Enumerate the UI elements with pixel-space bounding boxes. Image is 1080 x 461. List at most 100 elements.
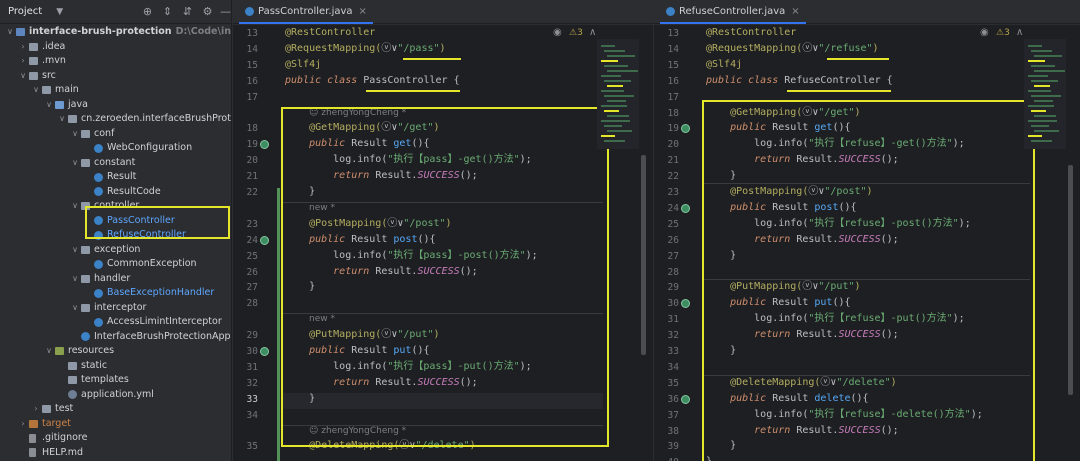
chevron-right-icon[interactable]: › <box>19 40 27 55</box>
tree-item[interactable]: .gitignore <box>0 431 231 446</box>
left-editor[interactable]: 13 @RestController 14 @RequestMapping(ⓥ∨"/p… <box>233 25 653 461</box>
tree-item[interactable]: templates <box>0 373 231 388</box>
code-line[interactable]: @Slf4j <box>706 59 742 71</box>
minimap-line <box>1034 85 1050 87</box>
tree-item[interactable]: HELP.md <box>0 446 231 461</box>
chevron-right-icon[interactable]: › <box>19 54 27 69</box>
request-mapping-gutter-icon[interactable] <box>260 347 269 356</box>
tree-item[interactable]: ∨ main <box>0 83 231 98</box>
tree-item[interactable]: › .idea <box>0 40 231 55</box>
chevron-down-icon[interactable]: ∨ <box>71 272 79 287</box>
tree-item[interactable]: ∨ java <box>0 98 231 113</box>
minimap-line <box>1031 95 1061 97</box>
tree-item[interactable]: static <box>0 359 231 374</box>
tree-item-label: templates <box>81 374 129 385</box>
close-icon[interactable]: × <box>791 6 799 17</box>
warnings-indicator[interactable]: ⚠3 <box>996 28 1010 38</box>
code-line[interactable]: @RestController <box>285 27 375 39</box>
tab-pass-controller[interactable]: PassController.java × <box>239 0 373 24</box>
chevron-down-icon[interactable]: ∨ <box>45 344 53 359</box>
minimap-line <box>1028 105 1054 107</box>
request-mapping-gutter-icon[interactable] <box>260 235 269 245</box>
tree-item[interactable]: application.yml <box>0 388 231 403</box>
tree-item[interactable]: › target <box>0 417 231 432</box>
right-editor[interactable]: 13 @RestController 14 @RequestMapping(ⓥ∨"/r… <box>654 25 1080 461</box>
chevron-down-icon[interactable]: ∨ <box>71 127 79 142</box>
chevron-down-icon[interactable]: ∨ <box>32 83 40 98</box>
chevron-up-icon[interactable]: ∧ <box>1016 27 1023 38</box>
chevron-down-icon[interactable]: ∨ <box>71 156 79 171</box>
line-number: 28 <box>246 298 258 310</box>
yaml-icon <box>68 390 77 399</box>
tree-item[interactable]: InterfaceBrushProtectionApplica <box>0 330 231 345</box>
tree-item[interactable]: AccessLimintInterceptor <box>0 315 231 330</box>
tree-item[interactable]: ∨ interface-brush-protectionD:\Code\inter… <box>0 25 231 40</box>
code-line[interactable]: @RestController <box>706 27 796 39</box>
minimap-line <box>1028 90 1051 92</box>
line-number: 36 <box>667 393 679 405</box>
chevron-down-icon[interactable]: ∨ <box>6 25 14 40</box>
tree-item[interactable]: WebConfiguration <box>0 141 231 156</box>
minimap[interactable] <box>1024 39 1066 149</box>
minimize-icon[interactable]: — <box>219 5 231 18</box>
warnings-indicator[interactable]: ⚠3 <box>569 28 583 38</box>
gear-icon[interactable]: ⚙ <box>201 5 214 18</box>
line-number: 37 <box>667 409 679 421</box>
tree-item-label: target <box>42 417 71 429</box>
tree-item[interactable]: ∨ constant <box>0 156 231 171</box>
chevron-down-icon[interactable]: ∨ <box>45 98 53 113</box>
vertical-scrollbar[interactable] <box>1068 165 1073 395</box>
line-number: 28 <box>667 266 679 278</box>
tree-item[interactable]: ResultCode <box>0 185 231 200</box>
tree-item[interactable]: ∨ conf <box>0 127 231 142</box>
tree-item[interactable]: BaseExceptionHandler <box>0 286 231 301</box>
chevron-right-icon[interactable]: › <box>32 402 40 417</box>
reader-mode-icon[interactable]: ◉ <box>553 27 562 38</box>
code-line[interactable]: @RequestMapping(ⓥ∨"/refuse") <box>706 43 879 55</box>
tree-item-label: static <box>81 359 108 371</box>
line-number: 26 <box>246 266 258 278</box>
tree-item[interactable]: Result <box>0 170 231 185</box>
tree-item-label: java <box>68 98 88 110</box>
code-line[interactable]: @Slf4j <box>285 59 321 71</box>
collapse-all-icon[interactable]: ⇵ <box>181 5 194 18</box>
warning-icon: ⚠ <box>996 28 1005 38</box>
chevron-down-icon[interactable]: ∨ <box>71 301 79 316</box>
folder-icon <box>68 376 77 384</box>
tree-item[interactable]: › test <box>0 402 231 417</box>
chevron-down-icon[interactable]: ∨ <box>71 243 79 258</box>
tree-item[interactable]: › .mvn <box>0 54 231 69</box>
code-line[interactable]: @RequestMapping(ⓥ∨"/pass") <box>285 43 446 55</box>
chevron-down-icon[interactable]: ▼ <box>56 7 63 17</box>
folder-icon <box>42 86 51 94</box>
vcs-added-marker[interactable] <box>277 188 280 461</box>
line-number: 35 <box>246 441 258 453</box>
code-line[interactable]: public class RefuseController { <box>706 75 893 87</box>
code-token: @RequestMapping( <box>285 42 382 54</box>
tree-item[interactable]: CommonException <box>0 257 231 272</box>
line-number: 24 <box>246 234 258 246</box>
tree-item[interactable]: ∨ exception <box>0 243 231 258</box>
code-line[interactable]: public class PassController { <box>285 75 460 87</box>
chevron-up-icon[interactable]: ∧ <box>589 27 596 38</box>
reader-mode-icon[interactable]: ◉ <box>980 27 989 38</box>
chevron-down-icon[interactable]: ∨ <box>71 199 79 214</box>
tree-item[interactable]: ∨ handler <box>0 272 231 287</box>
chevron-right-icon[interactable]: › <box>19 417 27 432</box>
code-token: @Slf4j <box>285 58 322 70</box>
tree-item[interactable]: ∨ interceptor <box>0 301 231 316</box>
chevron-down-icon[interactable]: ∨ <box>19 69 27 84</box>
vertical-scrollbar[interactable] <box>641 155 646 355</box>
expand-all-icon[interactable]: ⇕ <box>161 5 174 18</box>
request-mapping-gutter-icon[interactable] <box>681 203 690 213</box>
target-icon[interactable]: ⊕ <box>141 5 154 18</box>
minimap[interactable] <box>597 39 639 149</box>
tab-refuse-controller[interactable]: RefuseController.java × <box>660 0 806 24</box>
tree-item[interactable]: ∨ cn.zeroeden.interfaceBrushProtect <box>0 112 231 127</box>
tree-item[interactable]: ∨ resources <box>0 344 231 359</box>
chevron-down-icon[interactable]: ∨ <box>58 112 66 127</box>
request-mapping-gutter-icon[interactable] <box>681 394 690 404</box>
tree-item[interactable]: ∨ src <box>0 69 231 84</box>
project-title[interactable]: Project <box>8 6 42 17</box>
close-icon[interactable]: × <box>359 6 367 17</box>
